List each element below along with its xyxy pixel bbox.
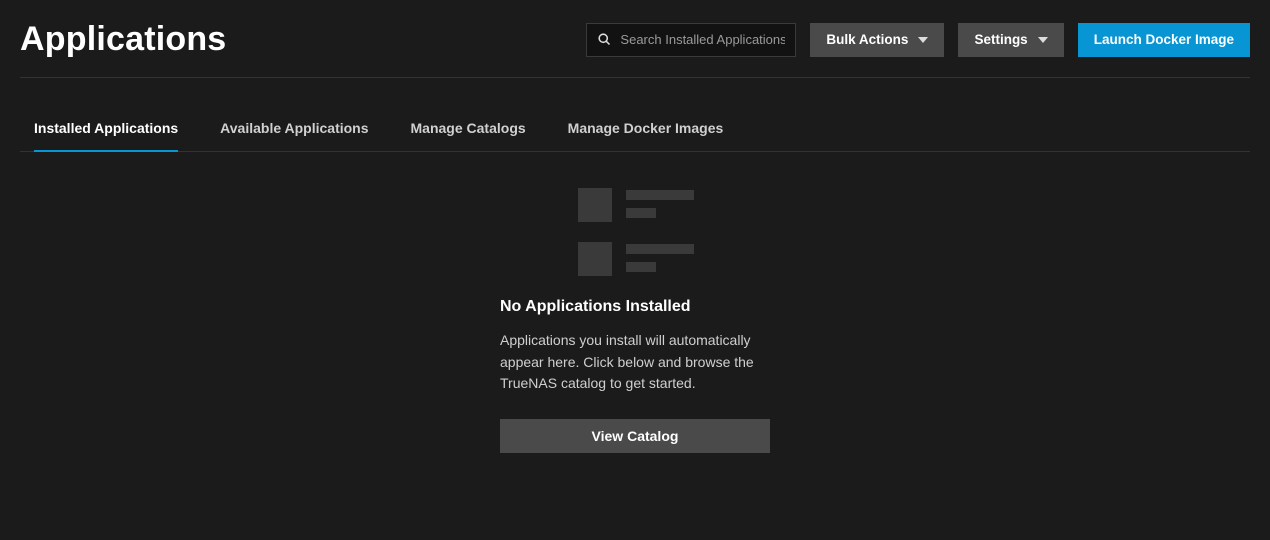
button-label: Launch Docker Image bbox=[1094, 32, 1234, 47]
empty-state-description: Applications you install will automatica… bbox=[500, 330, 770, 395]
empty-state: No Applications Installed Applications y… bbox=[500, 188, 770, 453]
header: Applications Bulk Actions Settings bbox=[20, 20, 1250, 78]
tab-manage-catalogs[interactable]: Manage Catalogs bbox=[411, 106, 526, 152]
chevron-down-icon bbox=[1038, 37, 1048, 43]
tab-manage-docker-images[interactable]: Manage Docker Images bbox=[568, 106, 724, 152]
settings-button[interactable]: Settings bbox=[958, 23, 1063, 57]
empty-state-title: No Applications Installed bbox=[500, 298, 770, 316]
bulk-actions-button[interactable]: Bulk Actions bbox=[810, 23, 944, 57]
tab-installed-applications[interactable]: Installed Applications bbox=[34, 106, 178, 152]
search-icon bbox=[597, 32, 612, 47]
view-catalog-button[interactable]: View Catalog bbox=[500, 419, 770, 453]
header-actions: Bulk Actions Settings Launch Docker Imag… bbox=[586, 23, 1250, 57]
page-title: Applications bbox=[20, 20, 226, 59]
search-box[interactable] bbox=[586, 23, 796, 57]
launch-docker-image-button[interactable]: Launch Docker Image bbox=[1078, 23, 1250, 57]
tabs: Installed Applications Available Applica… bbox=[20, 106, 1250, 152]
button-label: Bulk Actions bbox=[826, 32, 908, 47]
chevron-down-icon bbox=[918, 37, 928, 43]
tab-available-applications[interactable]: Available Applications bbox=[220, 106, 368, 152]
button-label: Settings bbox=[974, 32, 1027, 47]
search-input[interactable] bbox=[620, 32, 785, 47]
placeholder-icon bbox=[578, 188, 770, 276]
